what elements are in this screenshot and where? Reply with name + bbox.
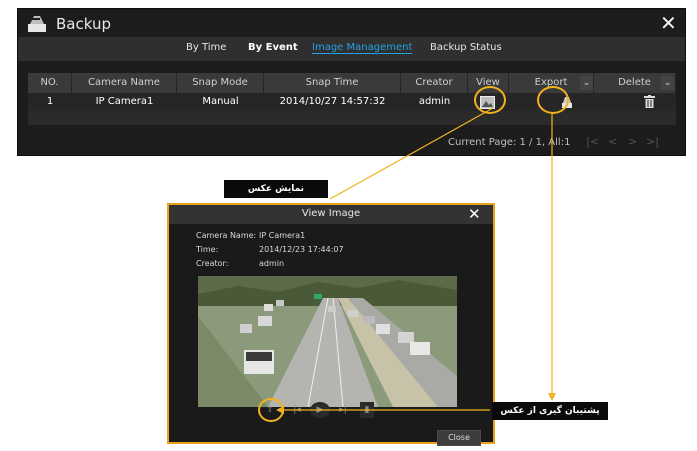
export-callout-label: پشتیبان گیری از عکس — [492, 402, 608, 420]
callout-connectors — [276, 107, 556, 414]
view-callout-label: نمایش عکس — [224, 180, 328, 198]
